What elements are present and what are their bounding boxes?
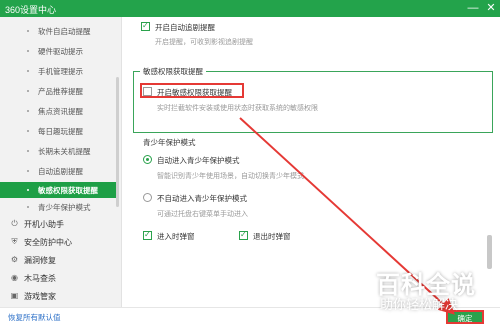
bullet-icon [27,110,29,112]
sidebar-item-label: 焦点资讯提醒 [38,107,83,116]
sidebar-group-label: 安全防护中心 [24,238,72,247]
bullet-icon [27,90,29,92]
watermark-subtitle: 助你轻松解决 [380,298,459,313]
shield-icon: ⛨ [11,237,18,246]
window-title: 360设置中心 [5,5,57,15]
auto-follow-checkbox[interactable] [141,21,150,31]
title-bar: 360设置中心 — ✕ [0,0,500,17]
sidebar-item-label: 敏感权限获取提醒 [38,186,98,195]
sensitive-permission-group: 敏感权限获取提醒 [133,66,493,133]
bullet-icon [27,70,29,72]
exit-popup-label[interactable]: 退出时弹窗 [253,231,291,242]
sensitive-permission-hint: 实时拦截软件安装或使用状态时获取系统的敏感权限 [157,105,318,112]
sidebar-item-software-autostart[interactable]: 软件自启动提醒 [0,23,118,39]
sidebar-item-daily-fun[interactable]: 每日趣玩提醒 [0,123,118,139]
enter-popup-label[interactable]: 进入时弹窗 [157,231,195,242]
sidebar-item-label: 长期未关机提醒 [38,147,91,156]
enter-popup-checkbox[interactable] [143,230,152,240]
close-button[interactable]: ✕ [484,1,498,15]
annotation-highlight-box [140,83,244,98]
bullet-icon [27,30,29,32]
sidebar-item-long-uptime[interactable]: 长期未关机提醒 [0,143,118,159]
bullet-icon [27,150,29,152]
exit-popup-checkbox[interactable] [239,230,248,240]
youth-auto-radio[interactable] [143,155,152,164]
sidebar-group-patch-repair[interactable]: ⚙ 漏洞修复 [0,251,118,268]
sidebar-item-product-recommend[interactable]: 产品推荐提醒 [0,83,118,99]
sidebar-item-label: 自动追剧提醒 [38,167,83,176]
auto-follow-label: 开启自动追剧提醒 [155,23,215,32]
sidebar-group-label: 游戏管家 [24,292,56,301]
sidebar-group-game-manager[interactable]: ▣ 游戏管家 [0,287,118,304]
auto-follow-hint: 开启提醒，可收到影视追剧提醒 [155,39,253,46]
sidebar-item-driver-hint[interactable]: 硬件驱动提示 [0,43,118,59]
power-icon: ⏻ [11,219,18,228]
sensitive-permission-group-title: 敏感权限获取提醒 [140,66,206,77]
bullet-icon [27,50,29,52]
sidebar-item-label: 手机管理提示 [38,67,83,76]
sidebar-group-label: 木马查杀 [24,274,56,283]
sidebar-item-focus-news[interactable]: 焦点资讯提醒 [0,103,118,119]
bullet-icon [27,170,29,172]
game-icon: ▣ [10,291,19,300]
sidebar-item-label: 青少年保护模式 [38,203,91,212]
sidebar-item-sensitive-permission[interactable]: 敏感权限获取提醒 [0,182,118,198]
sidebar-group-boot-assistant[interactable]: ⏻ 开机小助手 [0,215,118,232]
sidebar-item-auto-follow[interactable]: 自动追剧提醒 [0,163,118,179]
youth-manual-radio[interactable] [143,193,152,202]
sidebar-item-phone-hint[interactable]: 手机管理提示 [0,63,118,79]
youth-auto-label[interactable]: 自动进入青少年保护模式 [157,155,240,166]
sidebar-group-label: 开机小助手 [24,220,64,229]
sidebar-item-label: 硬件驱动提示 [38,47,83,56]
patch-icon: ⚙ [10,255,19,264]
bullet-icon [27,130,29,132]
sidebar-item-youth-mode[interactable]: 青少年保护模式 [0,199,118,215]
sidebar-group-security-center[interactable]: ⛨ 安全防护中心 [0,233,118,250]
watermark-logo: 百科全说 助你轻松解决 [370,262,498,318]
bullet-icon [27,206,29,208]
sidebar-scrollbar[interactable] [116,77,119,207]
sidebar-item-label: 每日趣玩提醒 [38,127,83,136]
youth-auto-hint: 智能识别青少年使用场景，自动切换青少年模式 [157,173,304,180]
sidebar-item-label: 软件自启动提醒 [38,27,91,36]
bullet-icon [27,189,29,191]
sidebar-group-label: 漏洞修复 [24,256,56,265]
reset-defaults-link[interactable]: 恢复所有默认值 [8,312,61,323]
trojan-scan-icon: ◉ [11,273,18,282]
youth-manual-label[interactable]: 不自动进入青少年保护模式 [157,193,247,204]
sidebar-item-label: 产品推荐提醒 [38,87,83,96]
youth-section-title: 青少年保护模式 [143,138,196,147]
sidebar: 软件自启动提醒 硬件驱动提示 手机管理提示 产品推荐提醒 焦点资讯提醒 每日趣玩… [0,17,122,307]
minimize-button[interactable]: — [466,1,480,15]
youth-manual-hint: 可通过托盘右键菜单手动进入 [157,211,248,218]
sidebar-group-trojan-scan[interactable]: ◉ 木马查杀 [0,269,118,286]
